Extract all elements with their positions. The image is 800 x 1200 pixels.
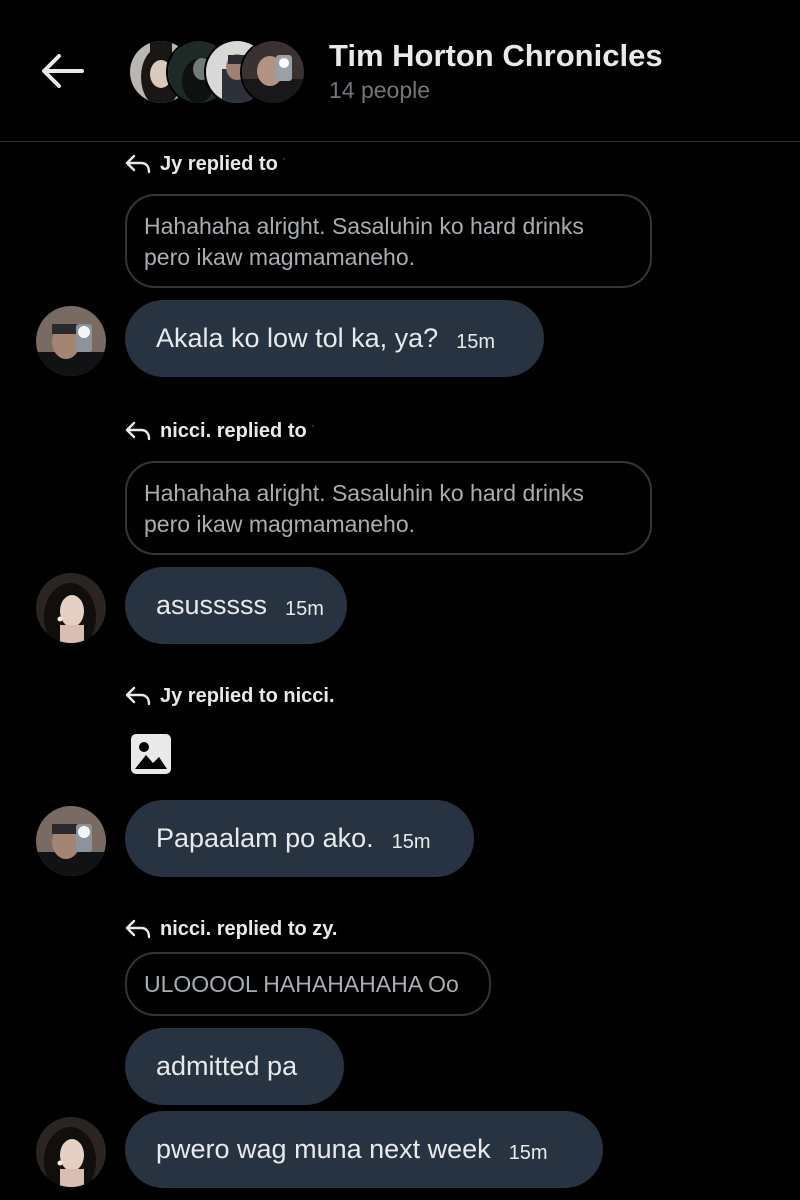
reply-arrow-icon: [125, 154, 151, 174]
message-time: 15m: [391, 831, 431, 853]
message-time: 15m: [508, 1142, 548, 1164]
sender-avatar-nicci[interactable]: [36, 1117, 106, 1187]
reply-target: ·: [310, 418, 315, 432]
message-time: 15m: [285, 598, 324, 620]
conversation-header: Tim Horton Chronicles 14 people: [0, 0, 800, 142]
member-avatar: [240, 39, 306, 105]
message-bubble[interactable]: Papaalam po ako. 15m: [125, 800, 474, 877]
reply-context: nicci. replied to zy.: [124, 915, 337, 943]
reply-context: Jy replied to nicci.: [124, 682, 335, 710]
quoted-text-line: ULOOOOL HAHAHAHAHA Oo: [144, 971, 459, 997]
reply-arrow-icon: [125, 919, 151, 939]
group-avatars[interactable]: [128, 39, 306, 105]
sender-avatar-jy[interactable]: [36, 306, 106, 376]
reply-arrow-icon: [125, 686, 151, 706]
quoted-text-line: pero ikaw magmamaneho.: [144, 244, 416, 270]
message-bubble[interactable]: asusssss 15m: [125, 567, 347, 644]
sender-avatar-nicci[interactable]: [36, 573, 106, 643]
reply-label: Jy replied to nicci.: [160, 684, 335, 707]
reply-arrow-icon: [125, 421, 151, 441]
quoted-message[interactable]: Hahahaha alright. Sasaluhin ko hard drin…: [125, 194, 652, 288]
quoted-text-line: pero ikaw magmamaneho.: [144, 511, 416, 537]
message-text: Akala ko low tol ka, ya?: [156, 323, 439, 353]
reply-context: Jy replied to ·: [124, 150, 286, 178]
member-count: 14 people: [329, 77, 431, 103]
message-text: Papaalam po ako.: [156, 823, 374, 853]
reply-context: nicci. replied to ·: [124, 417, 315, 445]
reply-label: nicci. replied to: [160, 419, 307, 442]
message-bubble[interactable]: Akala ko low tol ka, ya? 15m: [125, 300, 544, 377]
reply-target: ·: [281, 151, 286, 165]
message-text: pwero wag muna next week: [156, 1134, 491, 1164]
conversation-title: Tim Horton Chronicles: [329, 38, 663, 73]
message-time: 15m: [456, 331, 496, 353]
reply-label: Jy replied to: [160, 152, 278, 175]
image-icon[interactable]: [130, 733, 172, 775]
quoted-text-line: Hahahaha alright. Sasaluhin ko hard drin…: [144, 213, 584, 239]
back-button[interactable]: [36, 48, 88, 94]
quoted-text-line: Hahahaha alright. Sasaluhin ko hard drin…: [144, 480, 584, 506]
message-bubble[interactable]: admitted pa: [125, 1028, 344, 1105]
quoted-message[interactable]: Hahahaha alright. Sasaluhin ko hard drin…: [125, 461, 652, 555]
message-text: asusssss: [156, 590, 268, 620]
reply-label: nicci. replied to zy.: [160, 917, 338, 940]
sender-avatar-jy[interactable]: [36, 806, 106, 876]
message-text: admitted pa: [156, 1051, 298, 1081]
quoted-message[interactable]: ULOOOOL HAHAHAHAHA Oo: [125, 952, 491, 1016]
arrow-left-icon: [42, 54, 84, 88]
message-bubble[interactable]: pwero wag muna next week 15m: [125, 1111, 603, 1188]
